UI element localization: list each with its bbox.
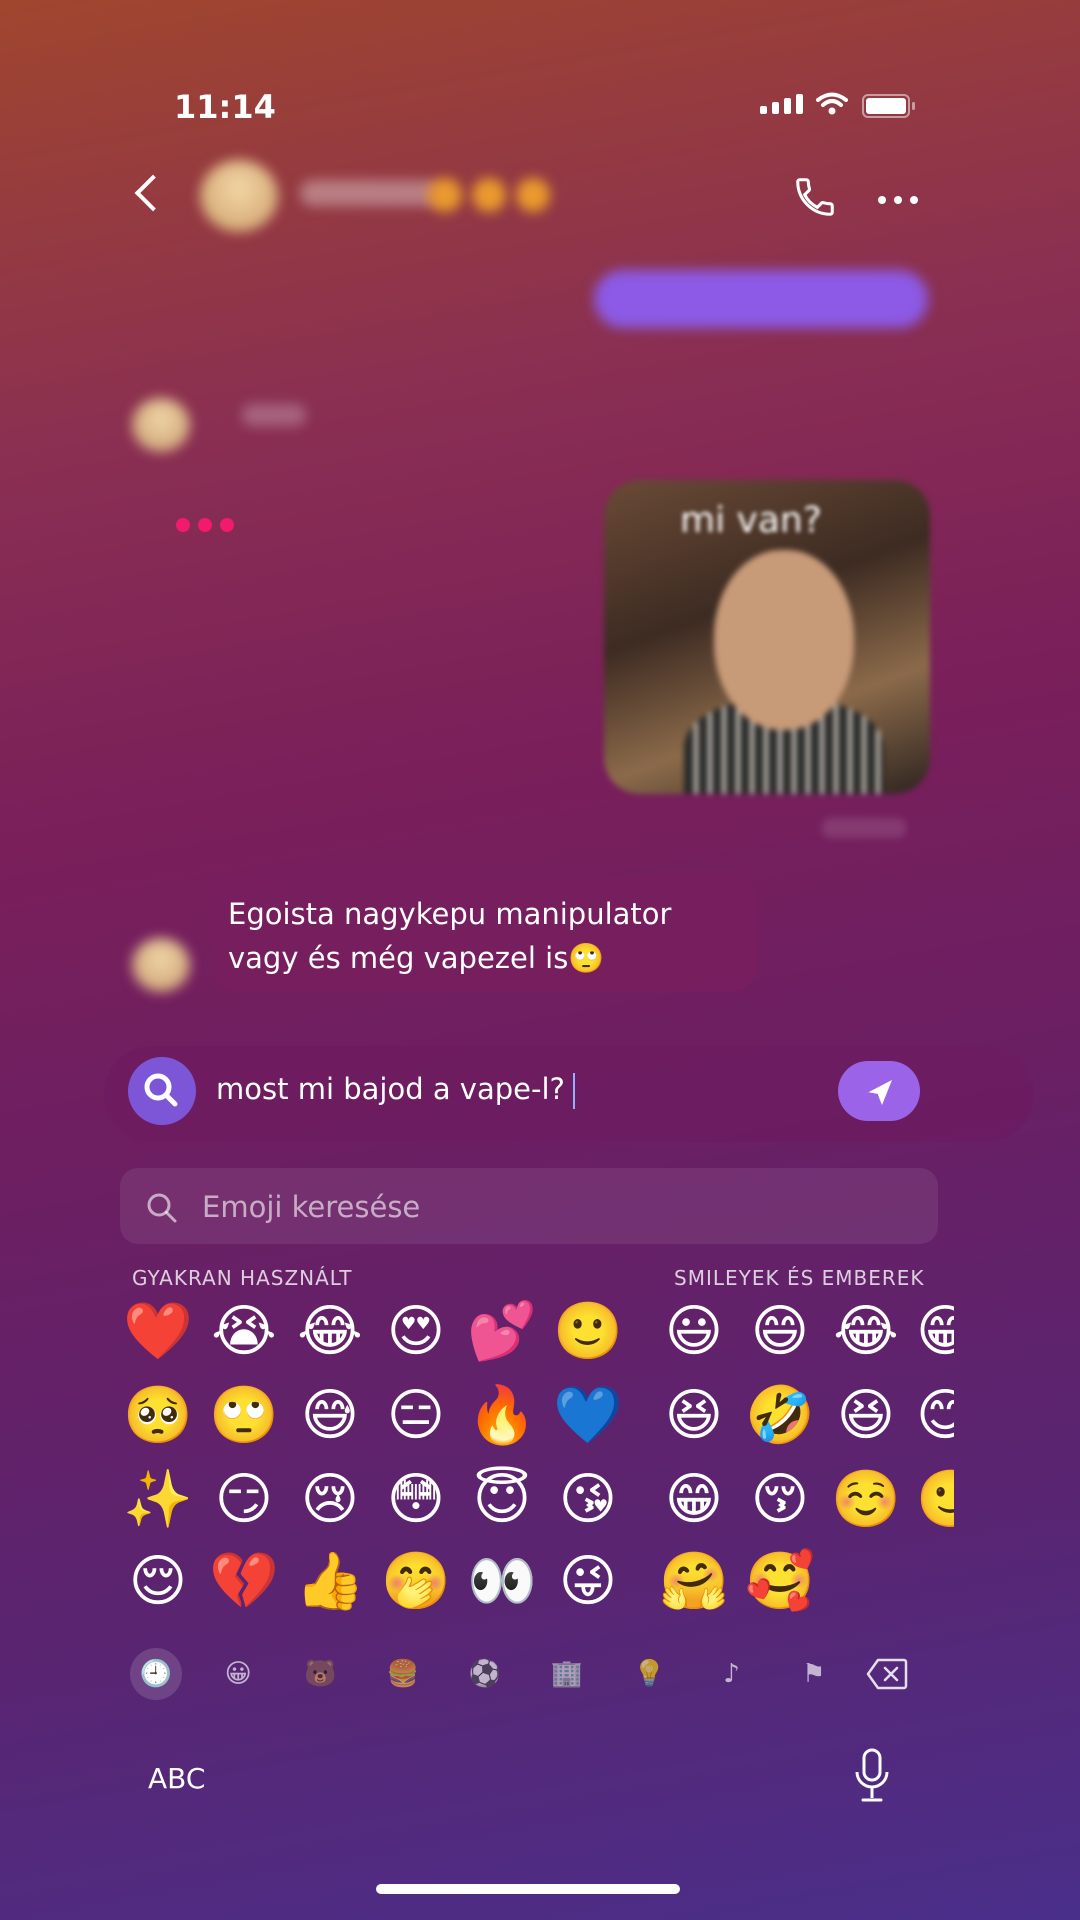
emoji-key[interactable]: 😘 [552,1464,624,1536]
emoji-search-placeholder: Emoji keresése [202,1190,421,1224]
emoji-key[interactable]: 🔥 [466,1380,538,1452]
emoji-key[interactable]: 😚 [744,1464,816,1536]
animal-icon[interactable]: 🐻 [294,1648,346,1700]
contact-name[interactable] [300,180,440,206]
emoji-key[interactable]: 😍 [380,1296,452,1368]
emoji-key[interactable]: 😭 [208,1296,280,1368]
incoming-message-bubble[interactable] [242,404,306,426]
avatar [132,398,190,452]
more-options-icon[interactable] [878,196,918,204]
emoji-key[interactable]: 😑 [380,1380,452,1452]
emoji-key[interactable]: 😃 [658,1296,730,1368]
emoji-key[interactable]: ☺️ [830,1464,902,1536]
send-icon [866,1080,892,1105]
abc-keyboard-button[interactable]: ABC [148,1762,205,1795]
emoji-key[interactable]: 😊 [916,1380,954,1452]
typing-indicator [176,518,234,532]
emoji-key[interactable]: 🙂 [552,1296,624,1368]
activity-icon[interactable]: ⚽ [459,1648,511,1700]
smiley-icon[interactable]: 😀 [212,1648,264,1700]
emoji-key[interactable]: 😜 [552,1546,624,1618]
emoji-key[interactable]: 💔 [208,1546,280,1618]
emoji-key[interactable]: 😂 [294,1296,366,1368]
section-title-frequent: GYAKRAN HASZNÁLT [132,1266,353,1290]
emoji-key[interactable]: 🤗 [658,1546,730,1618]
phone-call-icon[interactable] [792,174,838,220]
emoji-key[interactable]: 😂 [830,1296,902,1368]
contact-avatar[interactable] [200,160,278,232]
name-emoji-icon [516,178,550,212]
emoji-key[interactable]: 🙂 [916,1464,954,1536]
emoji-key[interactable]: 😆 [658,1380,730,1452]
microphone-icon[interactable] [854,1748,890,1806]
emoji-category-bar: 🕘 😀 🐻 🍔 ⚽ 🏢 💡 ♪ ⚑ [130,1648,930,1700]
symbols-icon[interactable]: ♪ [706,1648,758,1700]
emoji-key[interactable]: 😌 [122,1546,194,1618]
search-icon [147,1193,177,1223]
home-indicator[interactable] [376,1884,680,1894]
emoji-key[interactable]: 😁 [658,1464,730,1536]
message-input[interactable]: most mi bajod a vape-l? [216,1072,575,1109]
name-emoji-icon [472,178,506,212]
emoji-key[interactable]: 😁 [916,1296,954,1368]
emoji-key[interactable]: 😇 [466,1464,538,1536]
incoming-message-text: Egoista nagykepu manipulator vagy és még… [228,897,672,975]
outgoing-message-bubble[interactable] [594,270,928,328]
search-icon [144,1073,178,1107]
battery-icon [862,94,915,118]
status-time: 11:14 [174,88,276,126]
emoji-key[interactable]: 👀 [466,1546,538,1618]
emoji-key[interactable]: 🤭 [380,1546,452,1618]
text-cursor [572,1073,575,1109]
photo-caption: mi van? [680,500,822,541]
emoji-key[interactable]: 💕 [466,1296,538,1368]
recent-icon[interactable]: 🕘 [130,1648,182,1700]
emoji-key[interactable]: 😳 [380,1464,452,1536]
wifi-icon [816,92,848,115]
send-button[interactable] [838,1061,920,1121]
emoji-key[interactable]: 😆 [830,1380,902,1452]
name-emoji-icon [428,178,462,212]
emoji-key[interactable]: ❤️ [122,1296,194,1368]
section-title-smileys: SMILEYEK ÉS EMBEREK [674,1266,925,1290]
emoji-key[interactable]: ✨ [122,1464,194,1536]
emoji-key[interactable]: 😅 [294,1380,366,1452]
flags-icon[interactable]: ⚑ [788,1648,840,1700]
objects-icon[interactable]: 💡 [623,1648,675,1700]
emoji-key[interactable]: 🤣 [744,1380,816,1452]
emoji-key[interactable]: 👍 [294,1546,366,1618]
emoji-key[interactable]: 🥺 [122,1380,194,1452]
food-icon[interactable]: 🍔 [377,1648,429,1700]
backspace-icon[interactable] [866,1658,908,1690]
emoji-key[interactable]: 😏 [208,1464,280,1536]
avatar [132,938,190,992]
emoji-key[interactable]: 💙 [552,1380,624,1452]
emoji-key[interactable]: 😢 [294,1464,366,1536]
back-chevron-icon[interactable] [134,174,172,212]
message-input-text: most mi bajod a vape-l? [216,1072,565,1106]
search-button[interactable] [128,1057,196,1125]
emoji-key[interactable]: 😄 [744,1296,816,1368]
cellular-signal-icon [760,94,803,114]
emoji-key[interactable]: 🥰 [744,1546,816,1618]
read-receipt [822,818,906,838]
emoji-key[interactable]: 🙄 [208,1380,280,1452]
travel-icon[interactable]: 🏢 [541,1648,593,1700]
